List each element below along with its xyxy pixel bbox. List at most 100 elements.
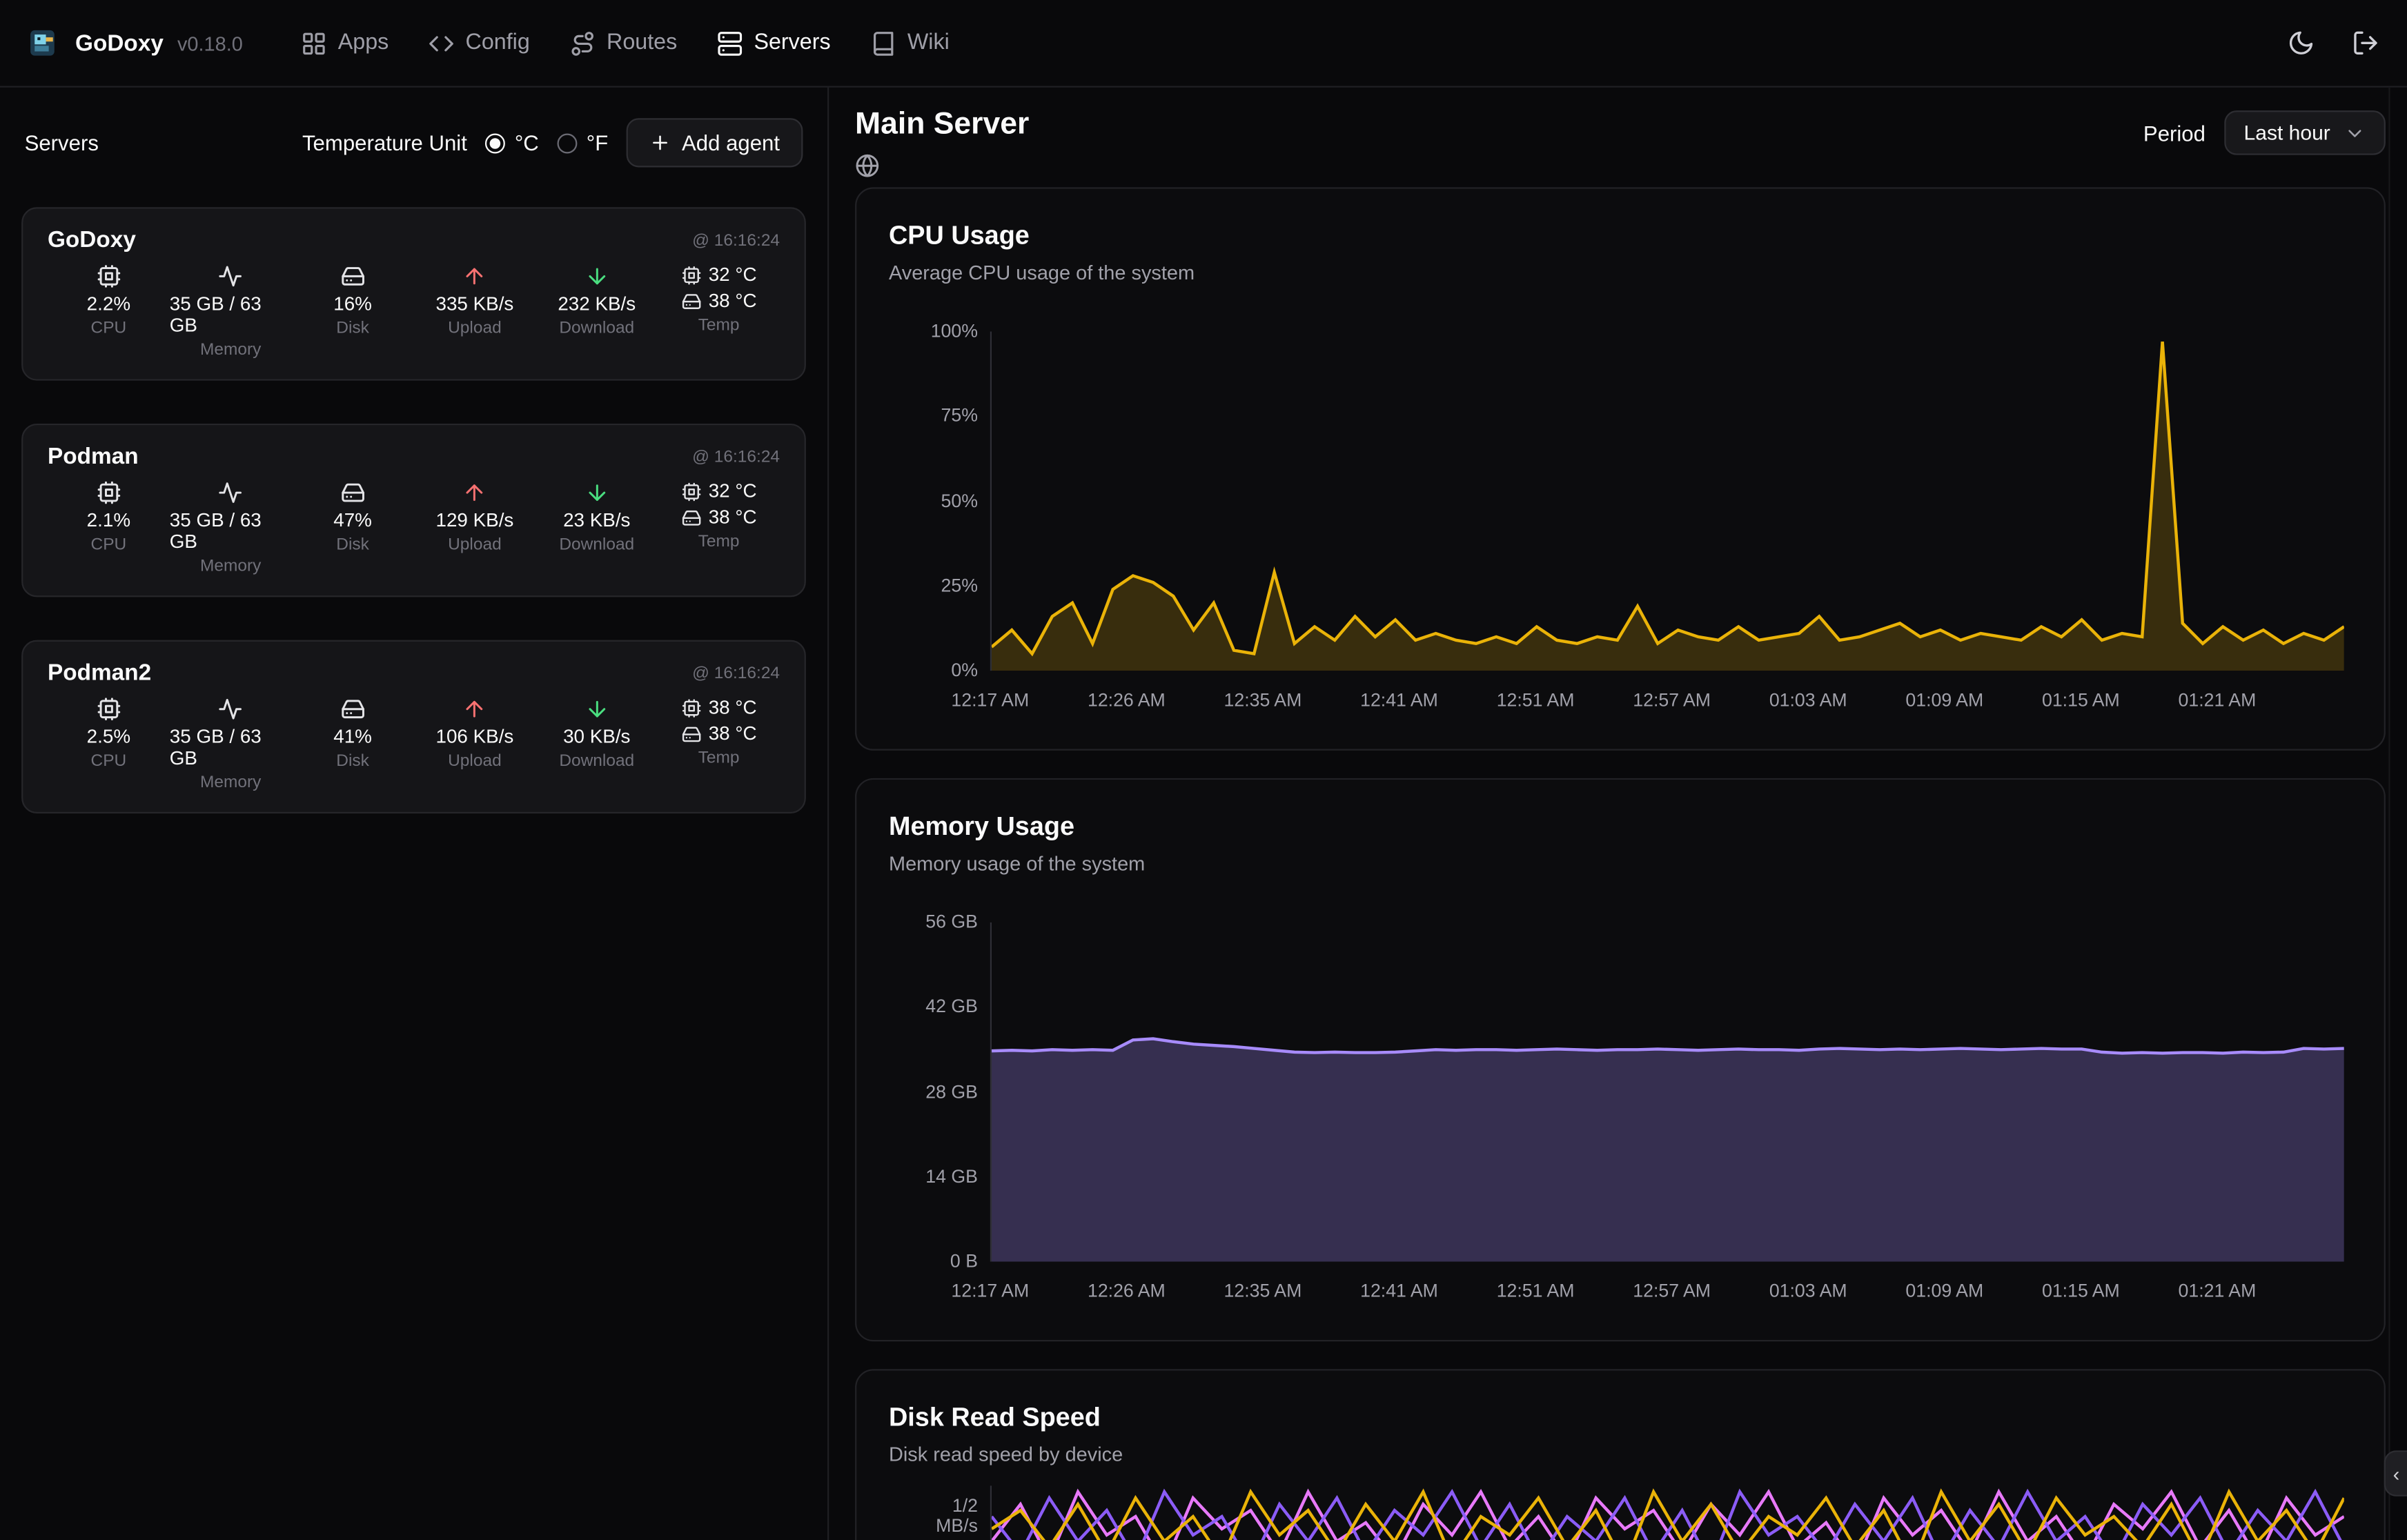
download-value: 23 KB/s (563, 510, 630, 531)
brand[interactable]: GoDoxy v0.18.0 (28, 26, 243, 60)
arrow-down-icon (584, 480, 609, 505)
nav-item-label: Wiki (907, 30, 950, 55)
panel-collapse-tab[interactable]: ‹ (2384, 1450, 2407, 1497)
nav-item-apps[interactable]: Apps (301, 30, 389, 56)
cpu-label: CPU (91, 319, 127, 338)
temp-label: Temp (698, 533, 740, 551)
x-tick-label: 12:51 AM (1497, 689, 1575, 711)
cpu-usage-plot[interactable] (990, 331, 2344, 671)
x-tick-label: 12:26 AM (1088, 1280, 1166, 1301)
x-tick-label: 12:57 AM (1633, 1280, 1711, 1301)
upload-label: Upload (448, 319, 502, 338)
server-card[interactable]: Podman2 @ 16:16:24 2.5% CPU 35 GB / 63 G… (21, 640, 806, 813)
temp-label: Temp (698, 749, 740, 768)
y-axis: 56 GB42 GB28 GB14 GB0 B (889, 922, 978, 1262)
x-tick-label: 01:09 AM (1905, 689, 1983, 711)
disk-temp-row: 38 °C (681, 290, 757, 311)
disk-value: 41% (333, 726, 372, 747)
main-title-block: Main Server (855, 108, 1029, 178)
period-group: Period Last hour (2143, 110, 2386, 155)
arrow-up-icon (462, 697, 487, 722)
radio-celsius[interactable]: °C (486, 130, 539, 155)
nav-item-label: Config (466, 30, 530, 55)
server-card[interactable]: Podman @ 16:16:24 2.1% CPU 35 GB / 63 GB (21, 424, 806, 597)
activity-icon (218, 264, 243, 289)
disk-label: Disk (336, 535, 369, 554)
stat-memory: 35 GB / 63 GB Memory (170, 480, 292, 575)
y-tick-label: 0% (951, 661, 978, 681)
x-axis: 12:17 AM12:26 AM12:35 AM12:41 AM12:51 AM… (990, 1262, 2344, 1302)
download-label: Download (559, 752, 634, 771)
nav-item-wiki[interactable]: Wiki (870, 30, 949, 56)
arrow-up-icon (462, 264, 487, 289)
server-card-head: GoDoxy @ 16:16:24 (48, 227, 780, 253)
disk-read-speed-plot[interactable] (990, 1485, 2344, 1540)
memory-label: Memory (200, 341, 261, 359)
brand-name: GoDoxy (75, 30, 164, 56)
y-tick-label: 42 GB (925, 997, 978, 1017)
temperature-unit-label: Temperature Unit (302, 130, 467, 155)
route-icon (570, 30, 596, 56)
nav-item-label: Servers (754, 30, 830, 55)
arrow-down-icon (584, 264, 609, 289)
cpu-usage-card: CPU Usage Average CPU usage of the syste… (855, 187, 2386, 750)
arrow-down-icon (584, 697, 609, 722)
cpu-label: CPU (91, 535, 127, 554)
server-list: GoDoxy @ 16:16:24 2.2% CPU 35 GB / 63 GB (21, 207, 806, 813)
x-tick-label: 12:41 AM (1360, 689, 1438, 711)
server-timestamp: @ 16:16:24 (692, 664, 780, 682)
stat-cpu: 2.2% CPU (48, 264, 170, 359)
cpu-icon (97, 264, 121, 289)
x-tick-label: 01:03 AM (1769, 1280, 1847, 1301)
chart-title: Disk Read Speed (889, 1401, 2344, 1435)
y-tick-label: 0 B (950, 1252, 978, 1272)
main-panel: Main Server Period Last hour CPU Usage (829, 88, 2407, 1540)
x-axis: 12:17 AM12:26 AM12:35 AM12:41 AM12:51 AM… (990, 671, 2344, 711)
stat-cpu: 2.5% CPU (48, 697, 170, 792)
period-select[interactable]: Last hour (2224, 110, 2386, 155)
stat-temp: 32 °C 38 °C Temp (658, 264, 780, 359)
server-icon (717, 30, 743, 56)
radio-fahrenheit[interactable]: °F (557, 130, 608, 155)
cpu-temp-row: 32 °C (681, 264, 757, 286)
scrollbar-gutter (2388, 88, 2407, 1540)
chart-subtitle: Disk read speed by device (889, 1441, 2344, 1468)
disk-temp-value: 38 °C (709, 723, 757, 744)
memory-usage-plot[interactable] (990, 922, 2344, 1262)
temperature-unit-group: Temperature Unit °C °F Add agent (302, 118, 803, 167)
nav-item-servers[interactable]: Servers (717, 30, 831, 56)
temp-label: Temp (698, 316, 740, 335)
theme-toggle-button[interactable] (2288, 29, 2315, 57)
nav-item-routes[interactable]: Routes (570, 30, 678, 56)
stat-upload: 129 KB/s Upload (414, 480, 536, 575)
stat-cpu: 2.1% CPU (48, 480, 170, 575)
period-label: Period (2143, 121, 2205, 146)
globe-icon (855, 153, 1029, 178)
moon-icon (2288, 29, 2315, 57)
nav-item-config[interactable]: Config (429, 30, 530, 56)
add-agent-label: Add agent (682, 130, 780, 155)
upload-label: Upload (448, 535, 502, 554)
server-stats: 2.5% CPU 35 GB / 63 GB Memory 41% Disk (48, 697, 780, 792)
cpu-icon (97, 480, 121, 505)
servers-sidebar: Servers Temperature Unit °C °F Add agent (0, 88, 829, 1540)
stat-download: 23 KB/s Download (536, 480, 658, 575)
radio-label: °F (587, 130, 608, 155)
arrow-up-icon (462, 480, 487, 505)
download-value: 232 KB/s (558, 293, 636, 315)
disk-temp-value: 38 °C (709, 506, 757, 528)
upload-value: 129 KB/s (435, 510, 513, 531)
radio-label: °C (515, 130, 539, 155)
x-tick-label: 12:35 AM (1224, 1280, 1302, 1301)
download-label: Download (559, 535, 634, 554)
server-timestamp: @ 16:16:24 (692, 231, 780, 250)
logout-icon (2352, 29, 2379, 57)
memory-value: 35 GB / 63 GB (170, 293, 292, 336)
logout-button[interactable] (2352, 29, 2379, 57)
charts-column: CPU Usage Average CPU usage of the syste… (855, 187, 2386, 1540)
server-card[interactable]: GoDoxy @ 16:16:24 2.2% CPU 35 GB / 63 GB (21, 207, 806, 380)
server-name: Podman (48, 444, 139, 470)
add-agent-button[interactable]: Add agent (627, 118, 803, 167)
upload-label: Upload (448, 752, 502, 771)
server-card-head: Podman @ 16:16:24 (48, 444, 780, 470)
